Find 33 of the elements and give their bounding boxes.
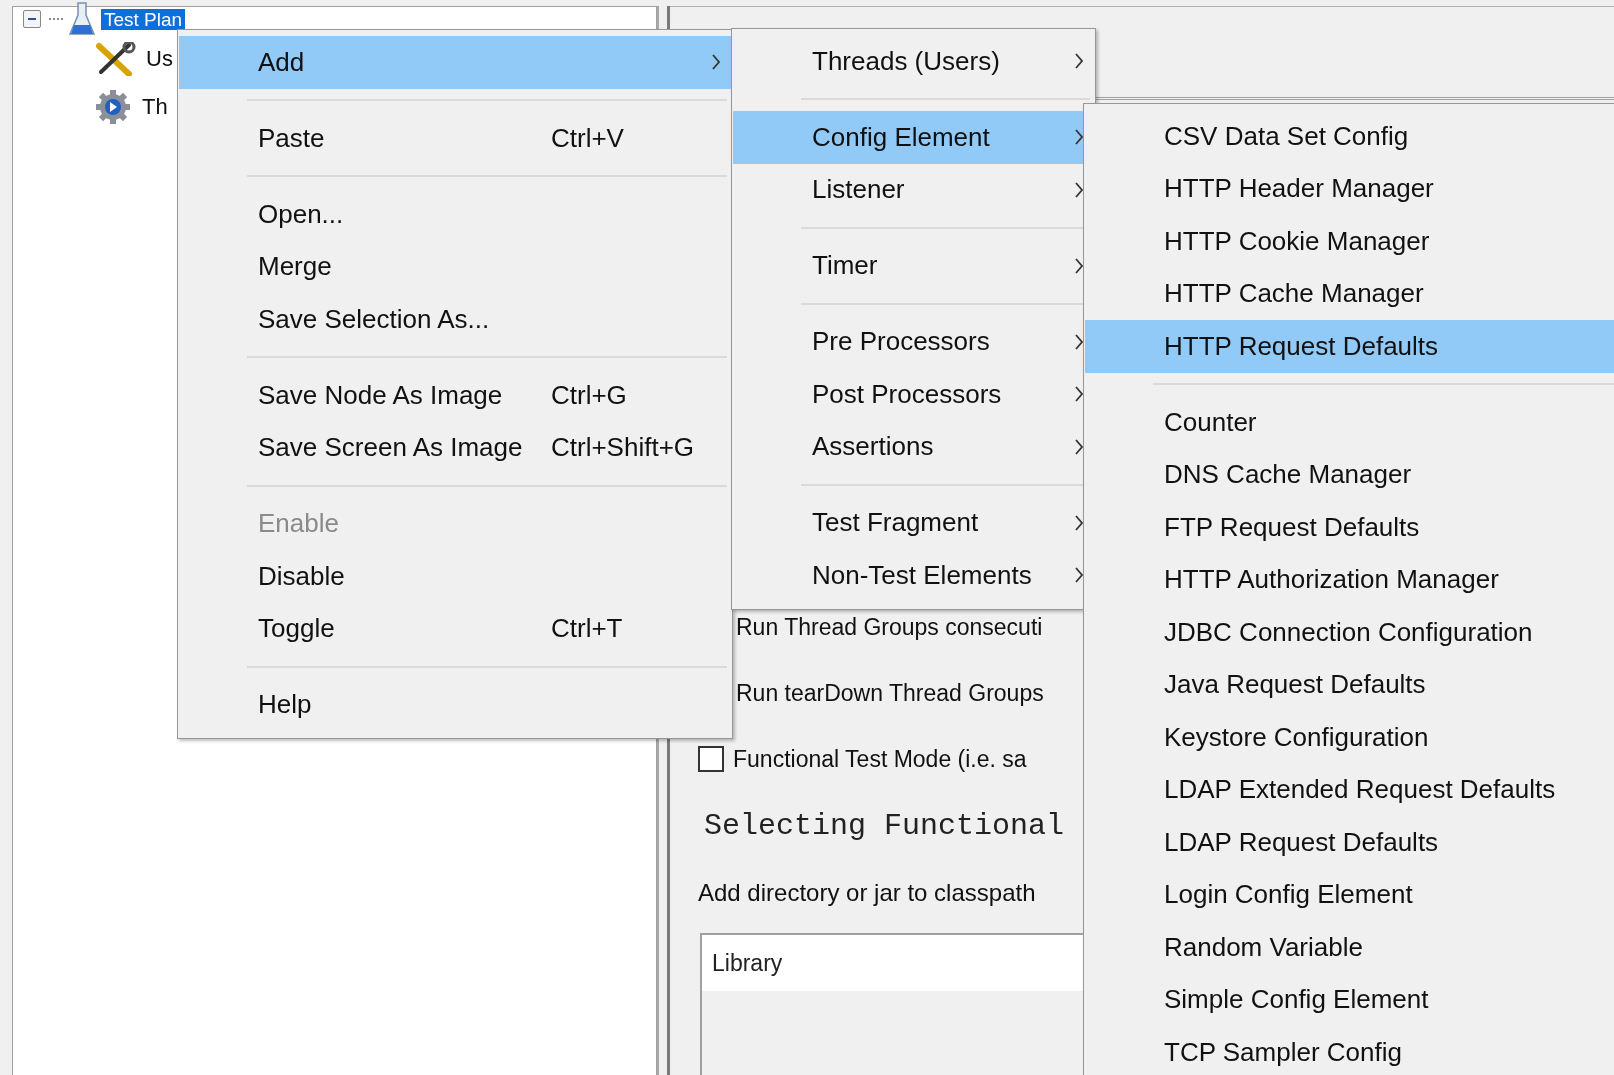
menu-item[interactable]: Disable	[179, 550, 731, 603]
collapse-icon[interactable]	[23, 10, 41, 28]
menu-item[interactable]: LDAP Extended Request Defaults	[1085, 763, 1614, 816]
menu-item[interactable]: Add	[179, 36, 731, 89]
menu-item[interactable]: Java Request Defaults	[1085, 658, 1614, 711]
menu-item[interactable]: Save Selection As...	[179, 293, 731, 346]
menu-item[interactable]: Toggle Ctrl+T	[179, 602, 731, 655]
menu-item[interactable]: JDBC Connection Configuration	[1085, 606, 1614, 659]
tree-item[interactable]: Us	[143, 46, 176, 72]
functional-mode-note: Selecting Functional	[704, 809, 1065, 843]
tree-item[interactable]: Th	[139, 94, 171, 120]
option-label: Functional Test Mode (i.e. sa	[733, 745, 1027, 773]
menu-item[interactable]: Merge	[179, 240, 731, 293]
menu-item[interactable]: Random Variable	[1085, 921, 1614, 974]
menu-item[interactable]: Help	[179, 678, 731, 731]
gear-icon	[93, 89, 133, 125]
checkbox[interactable]	[698, 746, 724, 772]
menu-item[interactable]: Threads (Users)	[733, 35, 1094, 88]
tools-icon	[93, 42, 137, 76]
option-label: Run Thread Groups consecuti	[736, 613, 1043, 641]
menu-item[interactable]: Save Screen As Image Ctrl+Shift+G	[179, 421, 731, 474]
menu-item[interactable]: HTTP Request Defaults	[1085, 320, 1614, 373]
menu-item[interactable]: Save Node As Image Ctrl+G	[179, 369, 731, 422]
tree-item[interactable]: Test Plan	[101, 8, 186, 30]
menu-item[interactable]: LDAP Request Defaults	[1085, 816, 1614, 869]
option-label: Run tearDown Thread Groups	[736, 679, 1044, 707]
classpath-label: Add directory or jar to classpath	[698, 879, 1036, 907]
menu-item[interactable]: Paste Ctrl+V	[179, 112, 731, 165]
menu-item[interactable]: Open...	[179, 188, 731, 241]
menu-item[interactable]: Simple Config Element	[1085, 973, 1614, 1026]
menu-item[interactable]: Login Config Element	[1085, 868, 1614, 921]
menu-item[interactable]: TCP Sampler Config	[1085, 1026, 1614, 1075]
menu-item[interactable]: Keystore Configuration	[1085, 711, 1614, 764]
